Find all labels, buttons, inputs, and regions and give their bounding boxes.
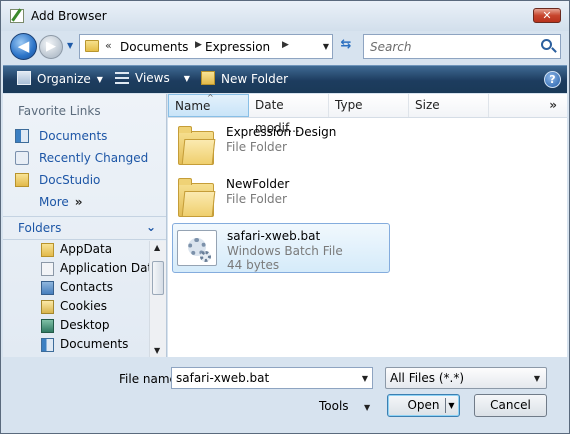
new-folder-button[interactable]: New Folder bbox=[201, 71, 288, 86]
close-button[interactable]: ✕ bbox=[533, 8, 561, 23]
chevron-down-icon: ▼ bbox=[96, 75, 103, 84]
command-bar: Organize ▼ Views ▼ New Folder ? bbox=[3, 65, 567, 93]
file-name-value: safari-xweb.bat bbox=[176, 371, 270, 385]
folder-tree-scrollbar[interactable]: ▲ ▼ bbox=[149, 241, 166, 357]
favorite-link-label: Recently Changed bbox=[39, 151, 149, 165]
organize-icon bbox=[17, 71, 31, 85]
documents-icon bbox=[15, 129, 29, 143]
help-button[interactable]: ? bbox=[544, 71, 561, 88]
file-type: File Folder bbox=[226, 192, 287, 206]
address-bar[interactable]: « Documents ▶ Expression ▶ ▼ bbox=[79, 34, 333, 59]
folder-icon bbox=[41, 243, 54, 257]
desktop-icon bbox=[41, 319, 54, 333]
documents-icon bbox=[41, 338, 54, 352]
views-label: Views bbox=[135, 71, 170, 85]
organize-label: Organize bbox=[37, 72, 91, 86]
tools-menu[interactable]: Tools bbox=[319, 399, 349, 413]
chevron-down-icon[interactable]: ▼ bbox=[362, 374, 368, 383]
open-button[interactable]: Open ▼ bbox=[387, 394, 460, 417]
folder-icon bbox=[178, 125, 216, 165]
app-icon bbox=[10, 9, 24, 23]
file-size: 44 bytes bbox=[227, 258, 280, 272]
forward-button[interactable]: ▶ bbox=[39, 35, 63, 59]
folder-icon bbox=[178, 177, 216, 217]
column-date-modified[interactable]: Date modif... bbox=[249, 94, 329, 135]
search-icon[interactable] bbox=[541, 39, 552, 50]
organize-button[interactable]: Organize ▼ bbox=[17, 71, 103, 86]
search-box[interactable]: Search bbox=[363, 34, 561, 59]
shortcut-icon bbox=[41, 262, 54, 276]
folders-header[interactable]: Folders ⌄ bbox=[3, 216, 166, 240]
file-list: ^ Name Date modif... Type Size » Express… bbox=[168, 93, 567, 357]
navigation-pane: Favorite Links Documents Recently Change… bbox=[3, 94, 167, 357]
tree-item-label: Contacts bbox=[60, 280, 113, 294]
file-name: Expression Design bbox=[226, 125, 337, 139]
refresh-button[interactable]: ⇆ bbox=[335, 37, 357, 57]
more-label: More bbox=[39, 195, 69, 209]
new-folder-label: New Folder bbox=[221, 72, 289, 86]
tree-item-label: Cookies bbox=[60, 299, 107, 313]
column-size[interactable]: Size bbox=[409, 94, 489, 117]
new-folder-icon bbox=[201, 71, 215, 85]
cookies-icon bbox=[41, 300, 54, 314]
batch-file-icon bbox=[177, 230, 217, 266]
navigation-bar: ◀ ▶ ▼ « Documents ▶ Expression ▶ ▼ ⇆ Sea… bbox=[1, 31, 569, 63]
tree-item-label: Desktop bbox=[60, 318, 110, 332]
file-type: Windows Batch File bbox=[227, 244, 343, 258]
window-title: Add Browser bbox=[31, 9, 107, 23]
scroll-down-icon[interactable]: ▼ bbox=[154, 346, 160, 355]
folder-icon bbox=[85, 40, 99, 52]
file-type-filter[interactable]: All Files (*.*) ▼ bbox=[385, 367, 547, 389]
views-icon bbox=[115, 72, 129, 84]
more-columns-icon[interactable]: » bbox=[549, 98, 557, 112]
file-name-input[interactable]: safari-xweb.bat ▼ bbox=[171, 367, 373, 389]
more-links[interactable]: More » bbox=[39, 195, 83, 209]
tree-item-label: Documents bbox=[60, 337, 129, 351]
contacts-icon bbox=[41, 281, 54, 295]
add-browser-dialog: Add Browser ✕ ◀ ▶ ▼ « Documents ▶ Expres… bbox=[0, 0, 570, 434]
recent-pages-dropdown[interactable]: ▼ bbox=[67, 41, 77, 51]
chevron-down-icon: ▼ bbox=[183, 74, 190, 83]
file-item-safari-xweb-bat[interactable]: safari-xweb.bat Windows Batch File 44 by… bbox=[172, 223, 390, 273]
file-name: safari-xweb.bat bbox=[227, 229, 321, 243]
views-button[interactable]: Views ▼ bbox=[115, 71, 190, 85]
title-bar: Add Browser ✕ bbox=[1, 1, 569, 31]
favorite-links-heading: Favorite Links bbox=[18, 104, 101, 118]
chevron-down-icon[interactable]: ▼ bbox=[323, 42, 329, 51]
favorite-link-label: Documents bbox=[39, 129, 108, 143]
search-input[interactable]: Search bbox=[370, 40, 412, 54]
file-name: NewFolder bbox=[226, 177, 290, 191]
breadcrumb-separator[interactable]: ▶ bbox=[195, 40, 202, 50]
folder-icon bbox=[15, 173, 29, 187]
breadcrumb-overflow[interactable]: « bbox=[105, 39, 112, 52]
file-type: File Folder bbox=[226, 140, 287, 154]
tree-item-label: AppData bbox=[60, 242, 113, 256]
cancel-button[interactable]: Cancel bbox=[474, 394, 547, 417]
file-item-expression-design[interactable]: Expression Design File Folder bbox=[172, 120, 390, 170]
back-button[interactable]: ◀ bbox=[10, 33, 37, 60]
column-name-label: Name bbox=[175, 99, 211, 113]
breadcrumb-separator[interactable]: ▶ bbox=[282, 40, 289, 50]
recent-icon bbox=[15, 151, 29, 165]
breadcrumb-documents[interactable]: Documents bbox=[120, 40, 188, 54]
chevron-down-icon: ▼ bbox=[533, 374, 540, 383]
file-type-filter-value: All Files (*.*) bbox=[390, 371, 465, 385]
open-options-dropdown[interactable]: ▼ bbox=[445, 398, 457, 413]
column-name[interactable]: ^ Name bbox=[168, 93, 249, 117]
double-chevron-icon: » bbox=[74, 195, 83, 209]
scroll-up-icon[interactable]: ▲ bbox=[154, 243, 160, 252]
breadcrumb-expression[interactable]: Expression bbox=[205, 40, 270, 54]
chevron-down-icon[interactable]: ⌄ bbox=[146, 220, 156, 234]
sort-ascending-icon: ^ bbox=[207, 93, 214, 102]
open-button-label: Open bbox=[407, 398, 440, 412]
column-header: ^ Name Date modif... Type Size » bbox=[168, 93, 567, 135]
column-type[interactable]: Type bbox=[329, 94, 409, 117]
file-item-newfolder[interactable]: NewFolder File Folder bbox=[172, 172, 390, 222]
favorite-link-label: DocStudio bbox=[39, 173, 101, 187]
chevron-down-icon[interactable]: ▼ bbox=[364, 403, 370, 412]
folders-title: Folders bbox=[18, 221, 62, 235]
folder-tree: AppData Application Data Contacts Cookie… bbox=[3, 241, 149, 357]
scrollbar-thumb[interactable] bbox=[152, 261, 164, 295]
tree-item-label: Application Data bbox=[60, 261, 149, 275]
